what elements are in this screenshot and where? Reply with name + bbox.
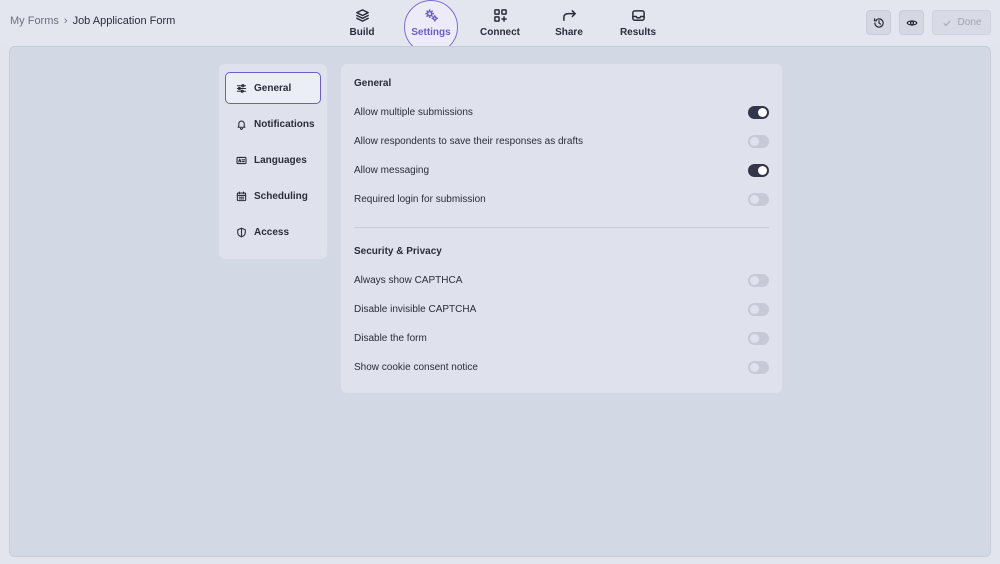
cookie-consent-toggle[interactable] [748, 361, 769, 374]
allow-messaging-toggle[interactable] [748, 164, 769, 177]
sidebar-item-languages[interactable]: Languages [225, 144, 321, 176]
sidebar-item-scheduling[interactable]: Scheduling [225, 180, 321, 212]
main-nav: Build Settings Connect Share Results [0, 0, 1000, 54]
save-drafts-toggle[interactable] [748, 135, 769, 148]
done-button[interactable]: Done [932, 10, 991, 35]
nav-build-label: Build [349, 27, 375, 38]
nav-results-label: Results [619, 27, 657, 38]
calendar-icon [236, 190, 247, 201]
nav-settings[interactable]: Settings [401, 0, 461, 46]
setting-label: Allow respondents to save their response… [354, 136, 584, 147]
section-title-general: General [354, 78, 392, 89]
sidebar-item-notifications[interactable]: Notifications [225, 108, 321, 140]
setting-row: Allow multiple submissions [354, 98, 769, 127]
nav-share-label: Share [555, 27, 583, 38]
setting-label: Show cookie consent notice [354, 362, 478, 373]
setting-label: Allow multiple submissions [354, 107, 473, 118]
bell-icon [237, 120, 246, 130]
setting-row: Always show CAPTHCA [354, 266, 769, 295]
nav-share[interactable]: Share [539, 0, 599, 46]
always-show-captcha-toggle[interactable] [748, 274, 769, 287]
settings-panel: General Allow multiple submissions Allow… [341, 64, 782, 393]
header-actions: Done [866, 10, 991, 35]
setting-label: Allow messaging [354, 165, 430, 176]
sliders-icon [236, 83, 247, 93]
nav-settings-label: Settings [411, 27, 451, 38]
layers-icon [355, 9, 369, 22]
grid-plus-icon [493, 9, 507, 22]
section-divider [354, 227, 769, 228]
setting-label: Disable invisible CAPTCHA [354, 304, 477, 315]
setting-row: Allow messaging [354, 156, 769, 185]
sidebar-item-label: General [254, 82, 292, 94]
history-button[interactable] [866, 10, 891, 35]
setting-label: Disable the form [354, 333, 427, 344]
setting-label: Always show CAPTHCA [354, 275, 463, 286]
sidebar-item-label: Access [254, 226, 290, 238]
setting-label: Required login for submission [354, 194, 486, 205]
nav-connect[interactable]: Connect [470, 0, 530, 46]
sidebar-item-general[interactable]: General [225, 72, 321, 104]
sidebar-item-access[interactable]: Access [225, 216, 321, 248]
nav-build[interactable]: Build [332, 0, 392, 46]
disable-form-toggle[interactable] [748, 332, 769, 345]
history-icon [873, 17, 884, 28]
settings-sidebar: General Notifications Languages Scheduli… [219, 64, 327, 259]
preview-button[interactable] [899, 10, 924, 35]
language-icon [236, 156, 247, 164]
setting-row: Disable the form [354, 324, 769, 353]
disable-invisible-captcha-toggle[interactable] [748, 303, 769, 316]
done-button-label: Done [957, 17, 982, 28]
eye-icon [906, 19, 917, 26]
nav-results[interactable]: Results [608, 0, 668, 46]
section-title-security: Security & Privacy [354, 246, 442, 257]
setting-row: Allow respondents to save their response… [354, 127, 769, 156]
shield-icon [237, 227, 246, 237]
sidebar-item-label: Scheduling [254, 190, 308, 202]
share-arrow-icon [562, 10, 576, 21]
nav-connect-label: Connect [480, 27, 520, 38]
inbox-icon [631, 10, 645, 21]
setting-row: Show cookie consent notice [354, 353, 769, 382]
setting-row: Required login for submission [354, 185, 769, 214]
setting-row: Disable invisible CAPTCHA [354, 295, 769, 324]
required-login-toggle[interactable] [748, 193, 769, 206]
gears-icon [424, 9, 438, 22]
sidebar-item-label: Languages [254, 154, 307, 166]
top-bar: My Forms › Job Application Form Build Se… [0, 0, 1000, 54]
check-icon [943, 19, 951, 26]
allow-multiple-submissions-toggle[interactable] [748, 106, 769, 119]
sidebar-item-label: Notifications [254, 118, 315, 130]
